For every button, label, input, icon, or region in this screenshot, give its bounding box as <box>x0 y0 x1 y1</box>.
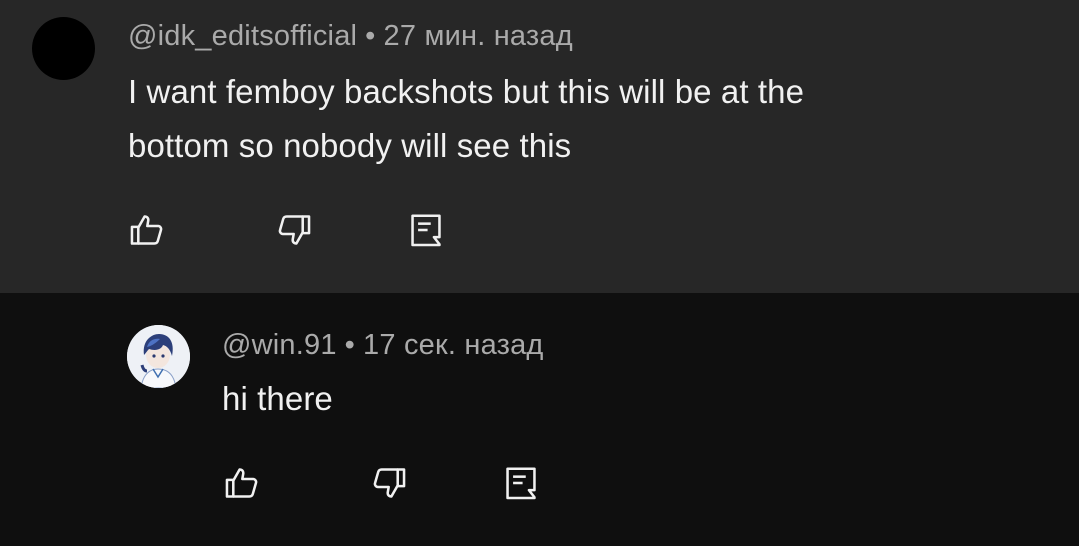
reply-button[interactable] <box>501 463 541 503</box>
thumb-up-icon <box>130 215 163 245</box>
meta-separator: • <box>344 329 356 361</box>
meta-separator: • <box>365 20 376 52</box>
reply-icon <box>506 467 536 500</box>
dislike-button[interactable] <box>274 210 314 250</box>
avatar[interactable] <box>32 17 95 80</box>
author-handle[interactable]: @idk_editsofficial <box>128 20 357 52</box>
comment-text: hi there <box>222 380 333 417</box>
comment: @idk_editsofficial • 27 мин. назад I want … <box>0 0 1079 293</box>
reply-comment: @win.91 • 17 сек. назад hi there <box>0 293 1079 546</box>
author-handle[interactable]: @win.91 <box>222 329 337 361</box>
dislike-button[interactable] <box>369 463 409 503</box>
comment-text: I want femboy backshots but this will be… <box>128 73 805 164</box>
thumb-up-icon <box>225 468 258 498</box>
anime-avatar-icon <box>127 325 190 388</box>
comment-meta: @idk_editsofficial • 27 мин. назад <box>128 20 573 53</box>
reply-icon <box>411 214 441 247</box>
like-button[interactable] <box>222 463 262 503</box>
thumb-down-icon <box>278 215 311 245</box>
timestamp: 17 сек. назад <box>363 329 544 361</box>
avatar[interactable] <box>127 325 190 388</box>
thumb-down-icon <box>373 468 406 498</box>
comment-meta: @win.91 • 17 сек. назад <box>222 329 544 362</box>
timestamp: 27 мин. назад <box>383 20 573 52</box>
comments-thread: @idk_editsofficial • 27 мин. назад I want … <box>0 0 1079 546</box>
reply-button[interactable] <box>406 210 446 250</box>
like-button[interactable] <box>127 210 167 250</box>
